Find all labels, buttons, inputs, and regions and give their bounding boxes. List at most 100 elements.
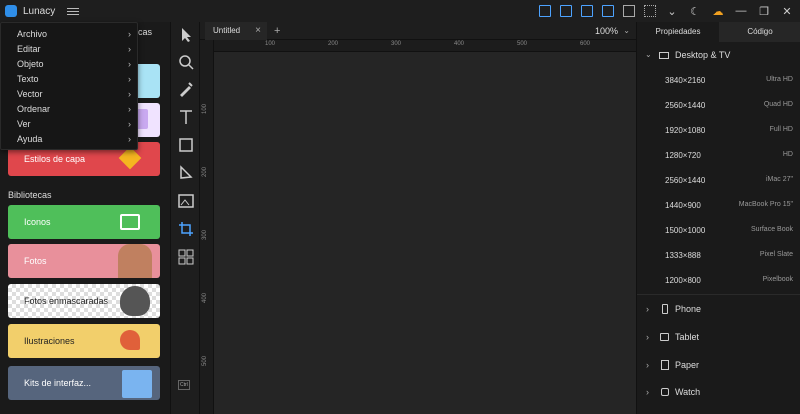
tab-properties[interactable]: Propiedades	[637, 22, 719, 42]
resize-icon[interactable]	[581, 5, 593, 17]
tab-code[interactable]: Código	[719, 22, 800, 42]
preset-item[interactable]: 3840×2160 Ultra HD	[665, 76, 793, 85]
preset-item[interactable]: 1200×800 Pixelbook	[665, 276, 793, 285]
preset-item[interactable]: 2560×1440 iMac 27"	[665, 176, 793, 185]
libraries-title: Bibliotecas	[8, 190, 52, 200]
section-paper[interactable]: › Paper	[637, 360, 800, 374]
menu-item-objeto[interactable]: Objeto ›	[17, 56, 131, 71]
minimize-button[interactable]: —	[734, 5, 748, 17]
ruler-label: 200	[202, 166, 209, 178]
menu-item-ordenar[interactable]: Ordenar ›	[17, 101, 131, 116]
chevron-right-icon: ›	[128, 118, 131, 129]
icons-card[interactable]: Iconos	[8, 205, 160, 239]
photos-card[interactable]: Fotos	[8, 244, 160, 278]
preset-item[interactable]: 1280×720 HD	[665, 151, 793, 160]
zoom-level[interactable]: 100%	[595, 22, 618, 40]
restore-button[interactable]: ❐	[757, 5, 771, 18]
partial-section-title: cas	[138, 27, 153, 37]
ruler-label: 100	[202, 103, 209, 115]
menu-item-vector[interactable]: Vector ›	[17, 86, 131, 101]
chevron-right-icon: ›	[128, 133, 131, 144]
ruler-label: 200	[328, 41, 339, 47]
image-icon[interactable]	[602, 5, 614, 17]
tablet-icon	[660, 333, 669, 341]
components-icon[interactable]	[177, 248, 195, 266]
person-photo-icon	[118, 244, 152, 278]
illustrations-label: Ilustraciones	[24, 335, 75, 346]
title-bar: Lunacy ⌄ ☾ ☁ — ❐ ✕	[0, 0, 800, 22]
close-tab-icon[interactable]: ×	[255, 22, 261, 40]
ui-kit-icon	[122, 370, 152, 398]
chevron-right-icon: ›	[128, 58, 131, 69]
horizontal-ruler: 100 200 300 400 500 600	[214, 40, 636, 52]
menu-item-texto[interactable]: Texto ›	[17, 71, 131, 86]
section-tablet[interactable]: › Tablet	[637, 332, 800, 346]
align-center-icon[interactable]	[560, 5, 572, 17]
hamburger-menu-icon[interactable]	[67, 7, 80, 15]
main-menu: Archivo › Editar › Objeto › Texto › Vector › …	[0, 22, 138, 150]
contrast-icon[interactable]	[623, 5, 635, 17]
chevron-right-icon: ›	[128, 43, 131, 54]
close-button[interactable]: ✕	[780, 5, 794, 18]
preset-item[interactable]: 2560×1440 Quad HD	[665, 101, 793, 110]
ui-kits-label: Kits de interfaz...	[24, 377, 92, 388]
menu-item-ver[interactable]: Ver ›	[17, 116, 131, 131]
phone-icon	[662, 304, 668, 314]
vector-tool-icon[interactable]	[177, 164, 195, 182]
ruler-label: 600	[580, 41, 591, 47]
preset-item[interactable]: 1500×1000 Surface Book	[665, 226, 793, 235]
image-tool-icon[interactable]	[177, 192, 195, 210]
text-tool-icon[interactable]	[177, 108, 195, 126]
section-desktop-tv[interactable]: ⌄ Desktop & TV	[637, 50, 800, 64]
watch-icon	[661, 388, 669, 396]
frame-tool-icon[interactable]	[177, 220, 195, 238]
ruler-label: 400	[454, 41, 465, 47]
ctrl-key-badge[interactable]: Ctrl	[178, 380, 190, 390]
vertical-ruler: 100 200 300 400 500	[200, 40, 214, 414]
menu-item-archivo[interactable]: Archivo ›	[17, 26, 131, 41]
cloud-icon[interactable]: ☁	[711, 5, 725, 18]
chevron-right-icon: ›	[646, 387, 649, 397]
masked-photos-card[interactable]: Fotos enmascaradas	[8, 284, 160, 318]
chevron-right-icon: ›	[128, 103, 131, 114]
tools-toolbar: Ctrl	[170, 22, 200, 414]
menu-item-ayuda[interactable]: Ayuda ›	[17, 131, 131, 146]
design-canvas[interactable]	[214, 52, 636, 414]
ruler-label: 500	[517, 41, 528, 47]
chevron-right-icon: ›	[128, 88, 131, 99]
chevron-right-icon: ›	[646, 332, 649, 342]
menu-item-editar[interactable]: Editar ›	[17, 41, 131, 56]
pen-icon[interactable]	[177, 80, 195, 98]
add-tab-button[interactable]: +	[274, 22, 280, 40]
cat-icon	[120, 286, 150, 316]
masked-photos-label: Fotos enmascaradas	[24, 295, 109, 306]
chevron-right-icon: ›	[646, 360, 649, 370]
chevron-right-icon: ›	[128, 28, 131, 39]
document-tabs: Untitled × + 100% ⌄	[200, 22, 636, 40]
ruler-label: 100	[265, 41, 276, 47]
zoom-icon[interactable]	[177, 53, 195, 71]
icons-label: Iconos	[24, 216, 51, 227]
illustrations-card[interactable]: Ilustraciones	[8, 324, 160, 358]
ruler-label: 300	[391, 41, 402, 47]
chevron-down-icon: ⌄	[645, 50, 652, 59]
chevron-down-icon[interactable]: ⌄	[665, 5, 679, 18]
ui-kits-card[interactable]: Kits de interfaz...	[8, 366, 160, 400]
ruler-label: 500	[202, 355, 209, 367]
section-watch[interactable]: › Watch	[637, 387, 800, 401]
preset-item[interactable]: 1333×888 Pixel Slate	[665, 251, 793, 260]
select-cursor-icon[interactable]	[177, 26, 195, 44]
photos-label: Fotos	[24, 255, 47, 266]
grid-icon[interactable]	[644, 5, 656, 17]
chevron-down-icon[interactable]: ⌄	[623, 22, 630, 40]
preset-item[interactable]: 1920×1080 Full HD	[665, 126, 793, 135]
tab-untitled[interactable]: Untitled ×	[205, 22, 267, 40]
align-top-left-icon[interactable]	[539, 5, 551, 17]
bird-icon	[120, 330, 140, 350]
preset-item[interactable]: 1440×900 MacBook Pro 15"	[665, 201, 793, 210]
chevron-right-icon: ›	[646, 304, 649, 314]
dark-mode-icon[interactable]: ☾	[688, 5, 702, 18]
section-phone[interactable]: › Phone	[637, 304, 800, 318]
picture-icon	[120, 214, 140, 230]
rectangle-tool-icon[interactable]	[177, 136, 195, 154]
